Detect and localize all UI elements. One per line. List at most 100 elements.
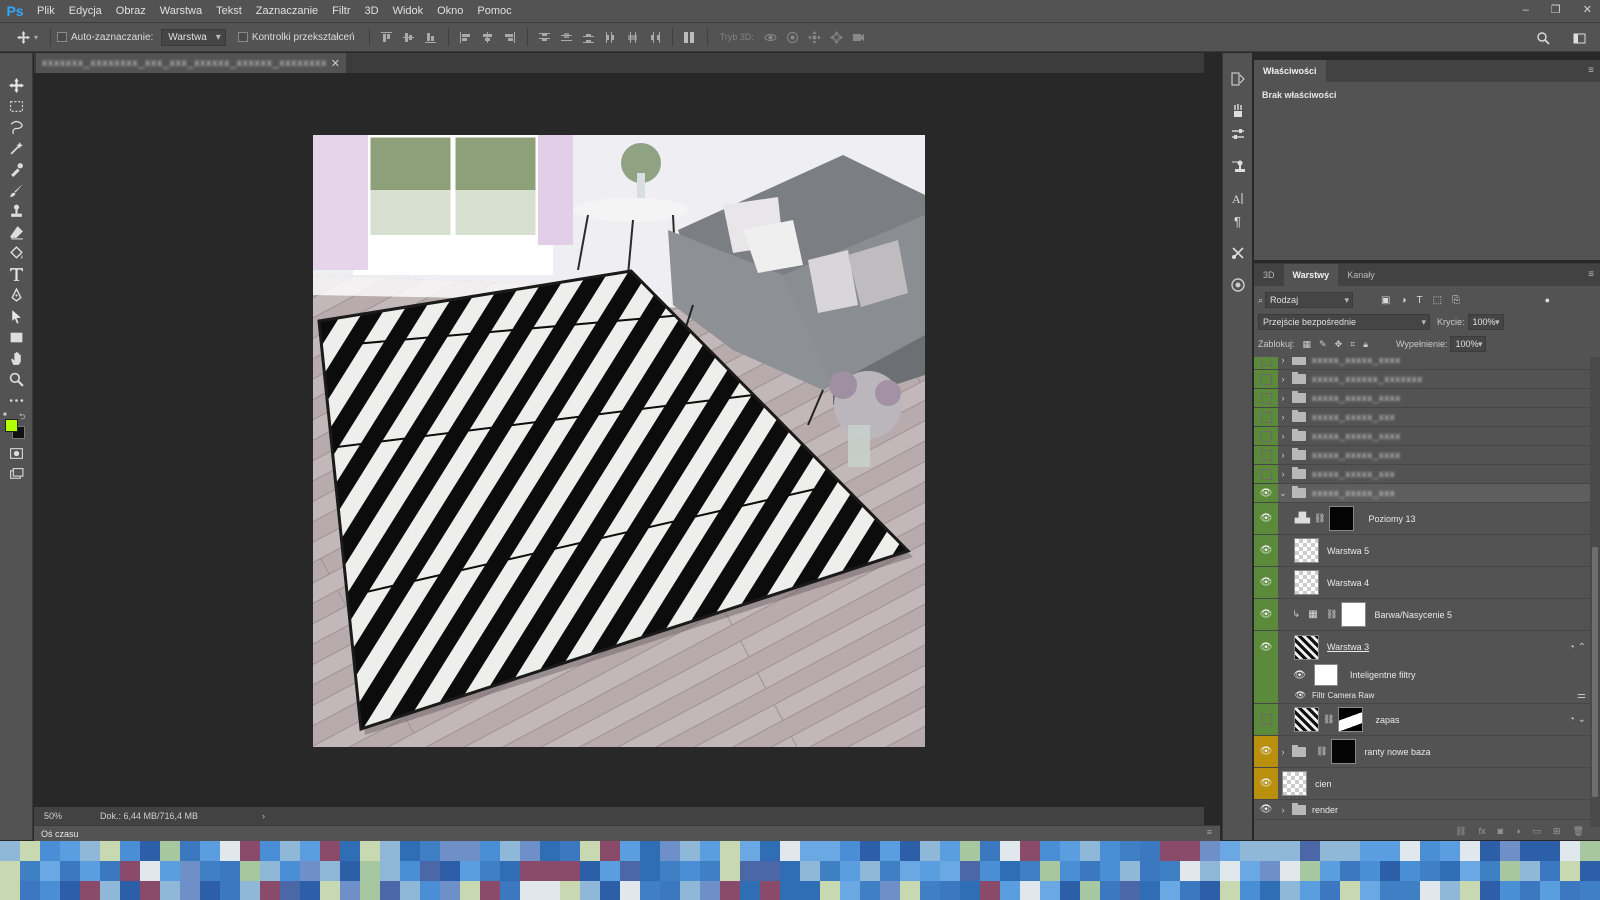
foreground-color[interactable] bbox=[5, 419, 18, 432]
filter-adjustment-icon[interactable]: ◑ bbox=[1401, 295, 1407, 306]
layers-scrollbar[interactable] bbox=[1590, 357, 1600, 827]
layer-row[interactable]: 👁︎ cien bbox=[1254, 768, 1600, 800]
menu-plik[interactable]: Plik bbox=[30, 0, 62, 22]
move-tool-icon[interactable] bbox=[0, 75, 33, 96]
layer-thumbnail[interactable] bbox=[1294, 538, 1319, 563]
layer-row[interactable]: › xxxxx_xxxxx_xxxx bbox=[1254, 427, 1600, 446]
eye-icon[interactable]: 👁︎ bbox=[1278, 670, 1306, 681]
timeline-menu-icon[interactable]: ≡ bbox=[1207, 827, 1212, 837]
distribute-left-icon[interactable] bbox=[604, 30, 618, 44]
add-mask-icon[interactable]: ◙ bbox=[1498, 826, 1503, 840]
visibility-toggle[interactable] bbox=[1254, 357, 1278, 369]
slide-3d-icon[interactable] bbox=[830, 30, 844, 44]
visibility-toggle[interactable] bbox=[1254, 465, 1278, 483]
filter-pixel-icon[interactable]: ▣ bbox=[1381, 295, 1390, 306]
fx-icon[interactable]: fx bbox=[1479, 826, 1486, 840]
quick-mask-icon[interactable] bbox=[0, 443, 33, 464]
layer-row[interactable]: 👁︎ Warstwa 4 bbox=[1254, 567, 1600, 599]
restore-button[interactable]: ❐ bbox=[1551, 0, 1561, 20]
menu-pomoc[interactable]: Pomoc bbox=[470, 0, 518, 22]
layer-row[interactable]: 👁︎ Warstwa 3 ◔ ⌃ bbox=[1254, 631, 1600, 663]
layer-row[interactable]: › xxxxx_xxxxx_xxxx bbox=[1254, 389, 1600, 408]
visibility-toggle[interactable] bbox=[1254, 370, 1278, 388]
timeline-tab[interactable]: Oś czasu bbox=[41, 829, 79, 839]
more-tools-icon[interactable] bbox=[0, 390, 33, 411]
tool-preset-chevron-icon[interactable]: ▾ bbox=[34, 33, 38, 42]
tab-3d[interactable]: 3D bbox=[1254, 264, 1284, 286]
align-vcenter-icon[interactable] bbox=[402, 30, 416, 44]
menu-3d[interactable]: 3D bbox=[358, 0, 386, 22]
status-menu-arrow-icon[interactable]: › bbox=[262, 811, 265, 821]
character-icon[interactable]: A bbox=[1223, 186, 1253, 209]
align-hcenter-icon[interactable] bbox=[481, 30, 495, 44]
brush-tool-icon[interactable] bbox=[0, 180, 33, 201]
expand-chevron-icon[interactable]: › bbox=[1278, 805, 1288, 815]
tool-presets-icon[interactable] bbox=[1223, 241, 1253, 264]
smart-object-thumbnail[interactable] bbox=[1294, 707, 1319, 732]
path-selection-tool-icon[interactable] bbox=[0, 306, 33, 327]
eye-icon[interactable]: 👁︎ bbox=[1254, 768, 1278, 799]
eye-icon[interactable]: 👁︎ bbox=[1254, 599, 1278, 630]
libraries-icon[interactable] bbox=[1223, 273, 1253, 296]
menu-okno[interactable]: Okno bbox=[430, 0, 470, 22]
swap-colors-icon[interactable]: ⮌ bbox=[19, 411, 25, 425]
visibility-toggle[interactable] bbox=[1254, 389, 1278, 407]
expand-chevron-icon[interactable]: › bbox=[1278, 747, 1288, 757]
pan-3d-icon[interactable] bbox=[808, 30, 822, 44]
filter-toggle-icon[interactable]: ● bbox=[1545, 295, 1550, 305]
link-icon[interactable]: ⛓︎ bbox=[1314, 513, 1325, 524]
visibility-toggle[interactable] bbox=[1254, 704, 1278, 735]
smart-filters-icon[interactable]: ◔ ⌄ bbox=[1569, 714, 1586, 725]
blend-mode-select[interactable]: Przejście bezpośrednie bbox=[1258, 314, 1430, 330]
expand-chevron-icon[interactable]: › bbox=[1278, 374, 1288, 384]
panel-menu-icon[interactable]: ≡ bbox=[1588, 269, 1594, 280]
lock-artboard-icon[interactable]: ⌗ bbox=[1350, 339, 1363, 349]
minimize-button[interactable]: – bbox=[1523, 0, 1529, 20]
link-icon[interactable]: ⛓︎ bbox=[1316, 746, 1327, 757]
lock-transparency-icon[interactable]: ▦ bbox=[1303, 339, 1320, 349]
align-left-icon[interactable] bbox=[459, 30, 473, 44]
filter-type-icon[interactable]: T bbox=[1417, 295, 1423, 306]
link-icon[interactable]: ⛓︎ bbox=[1323, 714, 1334, 725]
filter-shape-icon[interactable]: ⬚ bbox=[1433, 295, 1442, 306]
lock-all-icon[interactable]: 🔒︎ bbox=[1363, 339, 1376, 349]
layer-mask-thumbnail[interactable] bbox=[1338, 707, 1364, 732]
close-icon[interactable]: ✕ bbox=[331, 57, 340, 70]
layer-row[interactable]: › xxxxx_xxxxx_xxx bbox=[1254, 408, 1600, 427]
magic-wand-tool-icon[interactable] bbox=[0, 138, 33, 159]
expand-chevron-icon[interactable]: › bbox=[1278, 469, 1288, 479]
visibility-toggle[interactable] bbox=[1254, 408, 1278, 426]
eye-icon[interactable]: 👁︎ bbox=[1254, 631, 1278, 663]
menu-zaznaczanie[interactable]: Zaznaczanie bbox=[249, 0, 325, 22]
visibility-toggle[interactable] bbox=[1254, 446, 1278, 464]
eye-icon[interactable]: 👁︎ bbox=[1254, 567, 1278, 598]
menu-tekst[interactable]: Tekst bbox=[209, 0, 249, 22]
lock-pixels-icon[interactable]: ✎ bbox=[1319, 339, 1335, 349]
zoom-tool-icon[interactable] bbox=[0, 369, 33, 390]
eye-icon[interactable]: 👁︎ bbox=[1254, 503, 1278, 534]
pen-tool-icon[interactable] bbox=[0, 285, 33, 306]
layer-filter-kind[interactable]: Rodzaj bbox=[1265, 292, 1354, 308]
layer-mask-thumbnail[interactable] bbox=[1341, 602, 1367, 627]
search-icon[interactable] bbox=[1536, 31, 1550, 45]
layer-row[interactable]: 👁︎ › render bbox=[1254, 800, 1600, 820]
menu-widok[interactable]: Widok bbox=[386, 0, 431, 22]
close-button[interactable]: ✕ bbox=[1583, 0, 1592, 20]
menu-edycja[interactable]: Edycja bbox=[62, 0, 109, 22]
new-layer-icon[interactable]: ⊞ bbox=[1553, 826, 1561, 840]
layer-mask-thumbnail[interactable] bbox=[1331, 739, 1357, 764]
zoom-level-field[interactable]: 50% bbox=[34, 811, 78, 821]
menu-filtr[interactable]: Filtr bbox=[325, 0, 357, 22]
layer-row[interactable]: 👁︎ ▟▙ ⛓︎ Poziomy 13 bbox=[1254, 503, 1600, 535]
layer-row[interactable]: › xxxxx_xxxxxx_xxxxxxx bbox=[1254, 370, 1600, 389]
smart-filters-icon[interactable]: ◔ ⌃ bbox=[1569, 642, 1586, 653]
document-canvas[interactable] bbox=[313, 135, 925, 747]
tab-layers[interactable]: Warstwy bbox=[1283, 264, 1339, 286]
layer-row-expanded-group[interactable]: 👁︎ ⌄ xxxxx_xxxxx_xxx bbox=[1254, 484, 1600, 503]
adjustments-icon[interactable] bbox=[1223, 122, 1253, 145]
type-tool-icon[interactable] bbox=[0, 264, 33, 285]
tab-channels[interactable]: Kanały bbox=[1338, 264, 1384, 286]
opacity-field[interactable]: 100% bbox=[1467, 314, 1504, 330]
menu-warstwa[interactable]: Warstwa bbox=[153, 0, 209, 22]
eye-icon[interactable]: 👁︎ bbox=[1254, 800, 1278, 819]
